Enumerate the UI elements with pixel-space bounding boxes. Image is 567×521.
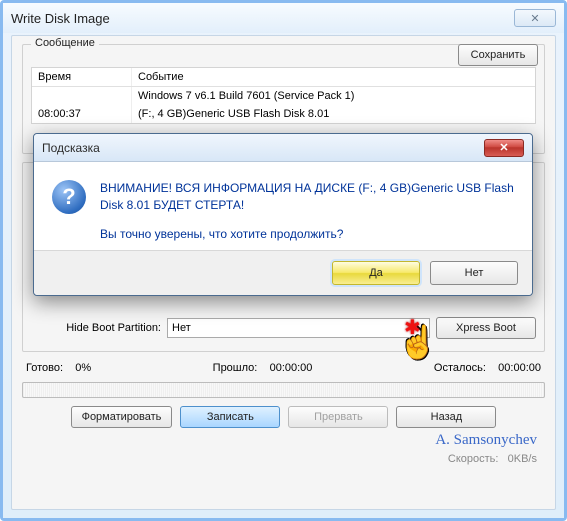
- remain-label: Осталось:: [434, 362, 486, 374]
- action-button-row: Форматировать Записать Прервать Назад: [22, 406, 545, 428]
- window-close-button[interactable]: ✕: [514, 9, 556, 27]
- dialog-confirm-text: Вы точно уверены, что хотите продолжить?: [100, 226, 514, 243]
- speed-row: Скорость: 0KB/s: [448, 453, 537, 465]
- hide-boot-row: Hide Boot Partition: Нет Xpress Boot: [31, 317, 536, 339]
- back-button[interactable]: Назад: [396, 406, 496, 428]
- event-log-table: Время Событие Windows 7 v6.1 Build 7601 …: [31, 67, 536, 124]
- ready-label: Готово:: [26, 362, 63, 374]
- table-row: Windows 7 v6.1 Build 7601 (Service Pack …: [32, 87, 535, 105]
- dialog-button-row: Да Нет: [34, 250, 532, 295]
- elapsed-value: 00:00:00: [270, 362, 313, 374]
- dialog-body: ? ВНИМАНИЕ! ВСЯ ИНФОРМАЦИЯ НА ДИСКЕ (F:,…: [34, 162, 532, 250]
- window-title: Write Disk Image: [11, 11, 514, 26]
- progress-bar: [22, 382, 545, 398]
- ready-value: 0%: [75, 362, 91, 374]
- no-button[interactable]: Нет: [430, 261, 518, 285]
- progress-bar-row: [22, 382, 545, 398]
- hide-boot-select[interactable]: Нет: [167, 318, 430, 338]
- dialog-close-button[interactable]: ✕: [484, 139, 524, 157]
- cell-time: 08:00:37: [32, 105, 132, 123]
- question-icon: ?: [52, 180, 86, 214]
- format-button[interactable]: Форматировать: [71, 406, 173, 428]
- message-group-label: Сообщение: [31, 37, 99, 49]
- close-icon: ✕: [530, 12, 539, 25]
- progress-status-row: Готово: 0% Прошло: 00:00:00 Осталось: 00…: [22, 360, 545, 376]
- yes-button[interactable]: Да: [332, 261, 420, 285]
- table-header: Время Событие: [32, 68, 535, 87]
- col-time-header: Время: [32, 68, 132, 86]
- col-event-header: Событие: [132, 68, 535, 86]
- dialog-titlebar: Подсказка ✕: [34, 134, 532, 162]
- close-icon: ✕: [499, 141, 508, 154]
- signature: A. Samsonychev: [435, 432, 537, 449]
- dialog-warning-text: ВНИМАНИЕ! ВСЯ ИНФОРМАЦИЯ НА ДИСКЕ (F:, 4…: [100, 180, 514, 214]
- save-log-button[interactable]: Сохранить: [458, 44, 538, 66]
- speed-value: 0KB/s: [508, 453, 537, 465]
- confirm-dialog: Подсказка ✕ ? ВНИМАНИЕ! ВСЯ ИНФОРМАЦИЯ Н…: [33, 133, 533, 296]
- elapsed-label: Прошло:: [213, 362, 258, 374]
- write-button[interactable]: Записать: [180, 406, 280, 428]
- cell-event: (F:, 4 GB)Generic USB Flash Disk 8.01: [132, 105, 535, 123]
- remain-value: 00:00:00: [498, 362, 541, 374]
- hide-boot-label: Hide Boot Partition:: [31, 322, 161, 334]
- speed-label: Скорость:: [448, 453, 499, 465]
- table-row: 08:00:37 (F:, 4 GB)Generic USB Flash Dis…: [32, 105, 535, 123]
- dialog-title: Подсказка: [42, 141, 484, 155]
- abort-button[interactable]: Прервать: [288, 406, 388, 428]
- cell-event: Windows 7 v6.1 Build 7601 (Service Pack …: [132, 87, 535, 105]
- cell-time: [32, 87, 132, 105]
- xpress-boot-button[interactable]: Xpress Boot: [436, 317, 536, 339]
- titlebar: Write Disk Image ✕: [3, 3, 564, 33]
